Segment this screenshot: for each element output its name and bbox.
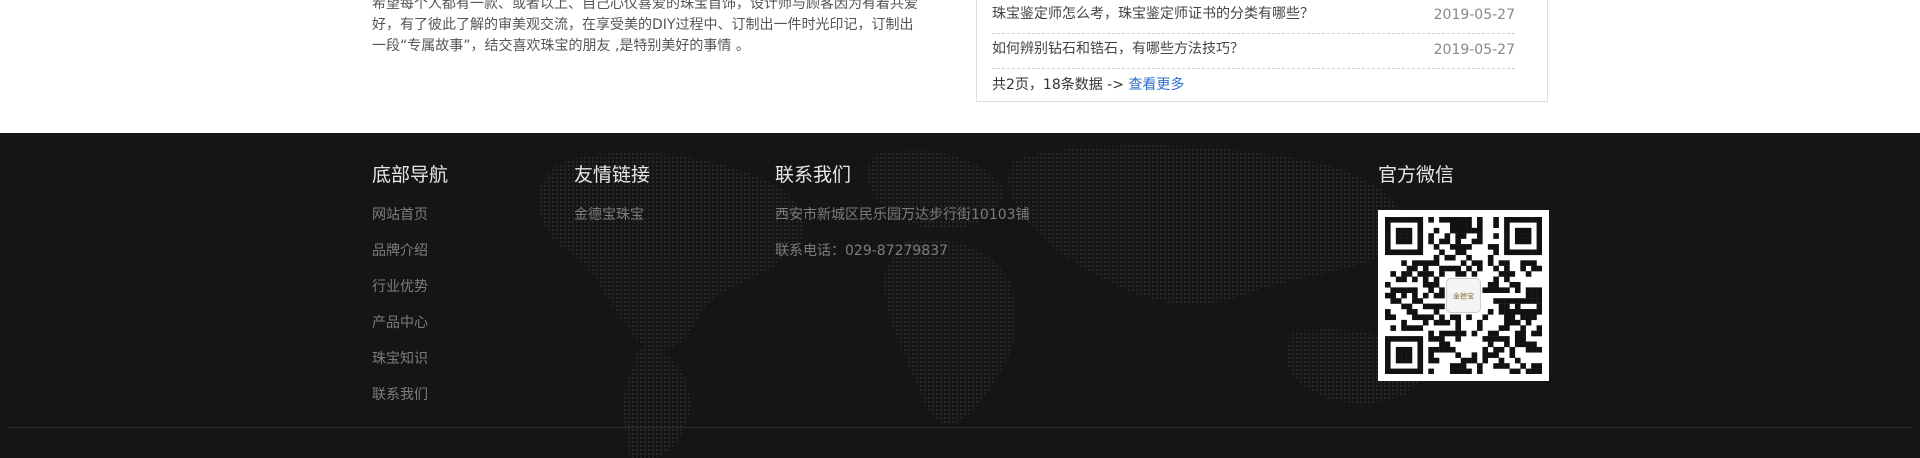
news-title[interactable]: 如何辨别钻石和锆石，有哪些方法技巧？ (992, 38, 1244, 58)
view-more-link[interactable]: 查看更多 (1128, 77, 1184, 93)
footer-links-title: 友情链接 (574, 164, 651, 186)
intro-line: 希望每个人都有一款、或者以上、自己心仪喜爱的珠宝首饰，设计师与顾客因为有着共爱 (372, 0, 918, 12)
news-list: 珠宝鉴定师怎么考，珠宝鉴定师证书的分类有哪些？ 2019-05-27 如何辨别钻… (976, 0, 1548, 102)
content-section: 希望每个人都有一款、或者以上、自己心仪喜爱的珠宝首饰，设计师与顾客因为有着共爱 … (0, 0, 1920, 133)
footer-contact: 联系我们 西安市新城区民乐园万达步行街10103铺 联系电话：029-87279… (775, 163, 1030, 277)
footer-nav-title: 底部导航 (372, 164, 449, 186)
news-date: 2019-05-27 (1433, 42, 1515, 58)
news-item[interactable]: 珠宝鉴定师怎么考，珠宝鉴定师证书的分类有哪些？ 2019-05-27 (992, 0, 1515, 34)
contact-phone: 联系电话：029-87279837 (775, 243, 949, 259)
intro-line: 好，有了彼此了解的审美观交流，在享受美的DIY过程中、订制出一件时光印记，订制出 (372, 17, 914, 33)
intro-text: 希望每个人都有一款、或者以上、自己心仪喜爱的珠宝首饰，设计师与顾客因为有着共爱 … (372, 0, 942, 57)
footer-contact-title: 联系我们 (775, 164, 852, 186)
wechat-qr-code: 金德宝 (1378, 210, 1549, 381)
footer-links: 友情链接 金德宝珠宝 (574, 163, 650, 241)
footer-nav-item[interactable]: 产品中心 (372, 313, 448, 349)
footer-nav: 底部导航 网站首页 品牌介绍 行业优势 产品中心 珠宝知识 联系我们 (372, 163, 448, 421)
footer-wechat-title: 官方微信 (1378, 164, 1455, 186)
footer-nav-item[interactable]: 联系我们 (372, 385, 448, 421)
footer-nav-item[interactable]: 珠宝知识 (372, 349, 448, 385)
footer-divider (8, 427, 1912, 428)
site-footer: 底部导航 网站首页 品牌介绍 行业优势 产品中心 珠宝知识 联系我们 友情链接 … (0, 133, 1920, 458)
qr-code-icon: 金德宝 (1385, 217, 1543, 375)
news-title[interactable]: 珠宝鉴定师怎么考，珠宝鉴定师证书的分类有哪些？ (992, 3, 1314, 23)
contact-address: 西安市新城区民乐园万达步行街10103铺 (775, 207, 1030, 223)
pager-text: 共2页，18条数据 -> (992, 77, 1129, 93)
news-date: 2019-05-27 (1433, 7, 1515, 23)
footer-nav-item[interactable]: 品牌介绍 (372, 241, 448, 277)
intro-line: 一段“专属故事”，结交喜欢珠宝的朋友 ,是特别美好的事情 。 (372, 38, 750, 54)
pager: 共2页，18条数据 -> 查看更多 (992, 74, 1184, 94)
footer-wechat: 官方微信 (1378, 163, 1454, 187)
friend-link[interactable]: 金德宝珠宝 (574, 205, 650, 241)
news-item[interactable]: 如何辨别钻石和锆石，有哪些方法技巧？ 2019-05-27 (992, 33, 1515, 69)
qr-center-logo: 金德宝 (1453, 292, 1474, 301)
footer-nav-item[interactable]: 网站首页 (372, 205, 448, 241)
footer-nav-item[interactable]: 行业优势 (372, 277, 448, 313)
